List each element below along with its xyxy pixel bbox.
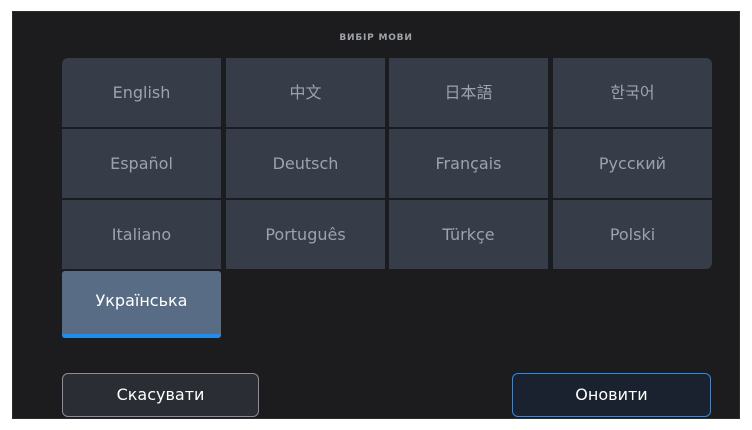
language-selection-screen: ВИБІР МОВИ English 中文 日本語 한국어 Español De… (12, 11, 740, 419)
language-option-ukrainian-label: Українська (95, 291, 188, 310)
language-option-chinese[interactable]: 中文 (226, 58, 385, 127)
language-option-italian[interactable]: Italiano (62, 200, 221, 269)
language-option-portuguese[interactable]: Português (226, 200, 385, 269)
language-grid: English 中文 日本語 한국어 Español Deutsch Franç… (62, 58, 712, 269)
language-option-japanese[interactable]: 日本語 (389, 58, 548, 127)
language-option-ukrainian[interactable]: Українська (62, 271, 221, 338)
update-button[interactable]: Оновити (512, 373, 711, 417)
language-option-polish[interactable]: Polski (553, 200, 712, 269)
screen-title: ВИБІР МОВИ (339, 33, 413, 43)
language-option-english[interactable]: English (62, 58, 221, 127)
cancel-button[interactable]: Скасувати (62, 373, 259, 417)
language-option-russian[interactable]: Русский (553, 129, 712, 198)
language-option-spanish[interactable]: Español (62, 129, 221, 198)
language-option-german[interactable]: Deutsch (226, 129, 385, 198)
language-option-korean[interactable]: 한국어 (553, 58, 712, 127)
language-option-turkish[interactable]: Türkçe (389, 200, 548, 269)
selected-indicator (62, 334, 221, 338)
language-option-french[interactable]: Français (389, 129, 548, 198)
